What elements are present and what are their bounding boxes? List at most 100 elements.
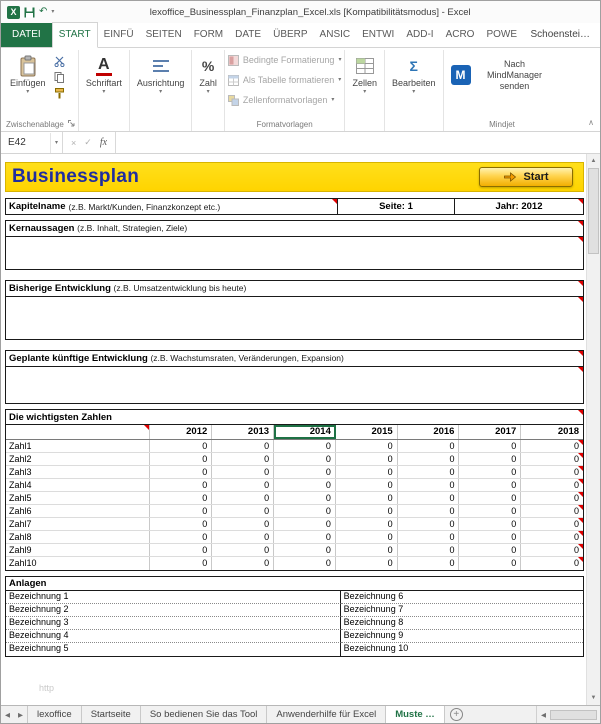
value-cell[interactable]: 0 xyxy=(274,544,336,556)
value-cell[interactable]: 0 xyxy=(459,518,522,530)
value-cell[interactable]: 0 xyxy=(150,492,213,504)
value-cell[interactable]: 0 xyxy=(459,453,522,465)
value-cell[interactable]: 0 xyxy=(212,557,275,570)
number-group-button[interactable]: % Zahl ▾ xyxy=(195,51,221,96)
formula-input[interactable] xyxy=(116,132,600,153)
start-button[interactable]: Start xyxy=(479,167,573,187)
horizontal-scrollbar-thumb[interactable] xyxy=(550,709,597,720)
scroll-up-icon[interactable]: ▲ xyxy=(587,154,600,168)
year-header-2013[interactable]: 2013 xyxy=(212,425,275,439)
value-cell[interactable]: 0 xyxy=(398,518,460,530)
value-cell[interactable]: 0 xyxy=(521,518,583,530)
row-label[interactable]: Zahl6 xyxy=(6,505,151,517)
row-label[interactable]: Zahl10 xyxy=(6,557,151,570)
value-cell[interactable]: 0 xyxy=(212,518,275,530)
cells-group-button[interactable]: Zellen ▾ xyxy=(348,51,381,96)
section-body[interactable] xyxy=(6,297,583,339)
value-cell[interactable]: 0 xyxy=(398,466,460,478)
year-header-2016[interactable]: 2016 xyxy=(398,425,460,439)
cancel-icon[interactable]: × xyxy=(71,138,76,148)
value-cell[interactable]: 0 xyxy=(150,440,213,452)
ribbon-tab-start[interactable]: START xyxy=(51,22,98,48)
attachment-cell[interactable]: Bezeichnung 1 xyxy=(6,591,341,604)
value-cell[interactable]: 0 xyxy=(521,492,583,504)
attachment-cell[interactable]: Bezeichnung 5 xyxy=(6,643,341,656)
value-cell[interactable]: 0 xyxy=(336,531,398,543)
value-cell[interactable]: 0 xyxy=(274,505,336,517)
value-cell[interactable]: 0 xyxy=(336,557,398,570)
value-cell[interactable]: 0 xyxy=(521,557,583,570)
tab-scroll-left-icon[interactable]: ◀ xyxy=(1,706,14,723)
tab-scroll-right-icon[interactable]: ▶ xyxy=(14,706,27,723)
value-cell[interactable]: 0 xyxy=(521,531,583,543)
value-cell[interactable]: 0 xyxy=(336,466,398,478)
ribbon-tab-entwicklertools[interactable]: ENTWI xyxy=(356,23,400,47)
value-cell[interactable]: 0 xyxy=(336,440,398,452)
vertical-scrollbar[interactable]: ▲ ▼ xyxy=(586,154,600,705)
conditional-formatting-button[interactable]: Bedingte Formatierung ▾ xyxy=(227,51,341,69)
row-label[interactable]: Zahl8 xyxy=(6,531,151,543)
value-cell[interactable]: 0 xyxy=(336,492,398,504)
year-header-2015[interactable]: 2015 xyxy=(336,425,398,439)
ribbon-tab-datei[interactable]: DATEI xyxy=(1,23,52,47)
value-cell[interactable]: 0 xyxy=(459,557,522,570)
ribbon-tab-einfuegen[interactable]: EINFÜ xyxy=(98,23,140,47)
value-cell[interactable]: 0 xyxy=(521,505,583,517)
value-cell[interactable]: 0 xyxy=(150,518,213,530)
ribbon-tab-powerpivot[interactable]: POWE xyxy=(480,23,523,47)
value-cell[interactable]: 0 xyxy=(336,479,398,491)
format-painter-icon[interactable] xyxy=(52,87,68,100)
value-cell[interactable]: 0 xyxy=(212,440,275,452)
row-label[interactable]: Zahl1 xyxy=(6,440,151,452)
value-cell[interactable]: 0 xyxy=(212,544,275,556)
ribbon-tab-acrobat[interactable]: ACRO xyxy=(440,23,481,47)
attachment-cell[interactable]: Bezeichnung 4 xyxy=(6,630,341,643)
send-to-mindmanager-button[interactable]: M Nach MindManager senden xyxy=(447,51,558,91)
value-cell[interactable]: 0 xyxy=(212,479,275,491)
value-cell[interactable]: 0 xyxy=(398,479,460,491)
year-header-2014[interactable]: 2014 xyxy=(274,425,336,439)
value-cell[interactable]: 0 xyxy=(274,453,336,465)
attachment-cell[interactable]: Bezeichnung 10 xyxy=(341,643,583,656)
vertical-scrollbar-track[interactable] xyxy=(587,254,600,691)
row-label[interactable]: Zahl9 xyxy=(6,544,151,556)
value-cell[interactable]: 0 xyxy=(398,531,460,543)
value-cell[interactable]: 0 xyxy=(274,531,336,543)
value-cell[interactable]: 0 xyxy=(521,453,583,465)
year-header-2018[interactable]: 2018 xyxy=(521,425,583,439)
value-cell[interactable]: 0 xyxy=(212,492,275,504)
value-cell[interactable]: 0 xyxy=(274,466,336,478)
value-cell[interactable]: 0 xyxy=(459,440,522,452)
value-cell[interactable]: 0 xyxy=(150,479,213,491)
sheet-tab-so-bedienen-sie-das-tool[interactable]: So bedienen Sie das Tool xyxy=(141,706,268,723)
value-cell[interactable]: 0 xyxy=(398,453,460,465)
section-header[interactable]: Geplante künftige Entwicklung (z.B. Wach… xyxy=(6,351,583,367)
copy-icon[interactable] xyxy=(52,71,68,84)
ribbon-tab-addins[interactable]: ADD-I xyxy=(400,23,439,47)
cell-styles-button[interactable]: Zellenformatvorlagen ▾ xyxy=(227,91,342,109)
attachment-cell[interactable]: Bezeichnung 7 xyxy=(340,604,583,617)
section-body[interactable] xyxy=(6,367,583,403)
value-cell[interactable]: 0 xyxy=(459,505,522,517)
ribbon-tab-ueberpruefen[interactable]: ÜBERP xyxy=(267,23,313,47)
value-cell[interactable]: 0 xyxy=(521,479,583,491)
paste-button[interactable]: Einfügen ▾ xyxy=(6,51,50,96)
value-cell[interactable]: 0 xyxy=(398,505,460,517)
insert-function-icon[interactable]: fx xyxy=(100,137,107,148)
page-cell[interactable]: Seite: 1 xyxy=(338,199,455,214)
vertical-scrollbar-thumb[interactable] xyxy=(588,168,599,254)
ribbon-tab-formeln[interactable]: FORM xyxy=(188,23,229,47)
attachment-cell[interactable]: Bezeichnung 2 xyxy=(6,604,341,617)
value-cell[interactable]: 0 xyxy=(521,544,583,556)
row-label[interactable]: Zahl7 xyxy=(6,518,151,530)
value-cell[interactable]: 0 xyxy=(459,466,522,478)
new-sheet-button[interactable]: + xyxy=(449,708,463,721)
name-box-caret-icon[interactable]: ▾ xyxy=(49,132,62,153)
value-cell[interactable]: 0 xyxy=(274,479,336,491)
value-cell[interactable]: 0 xyxy=(336,518,398,530)
attachment-cell[interactable]: Bezeichnung 9 xyxy=(340,630,583,643)
cut-icon[interactable] xyxy=(52,55,68,68)
value-cell[interactable]: 0 xyxy=(459,492,522,504)
value-cell[interactable]: 0 xyxy=(150,505,213,517)
row-label[interactable]: Zahl5 xyxy=(6,492,151,504)
